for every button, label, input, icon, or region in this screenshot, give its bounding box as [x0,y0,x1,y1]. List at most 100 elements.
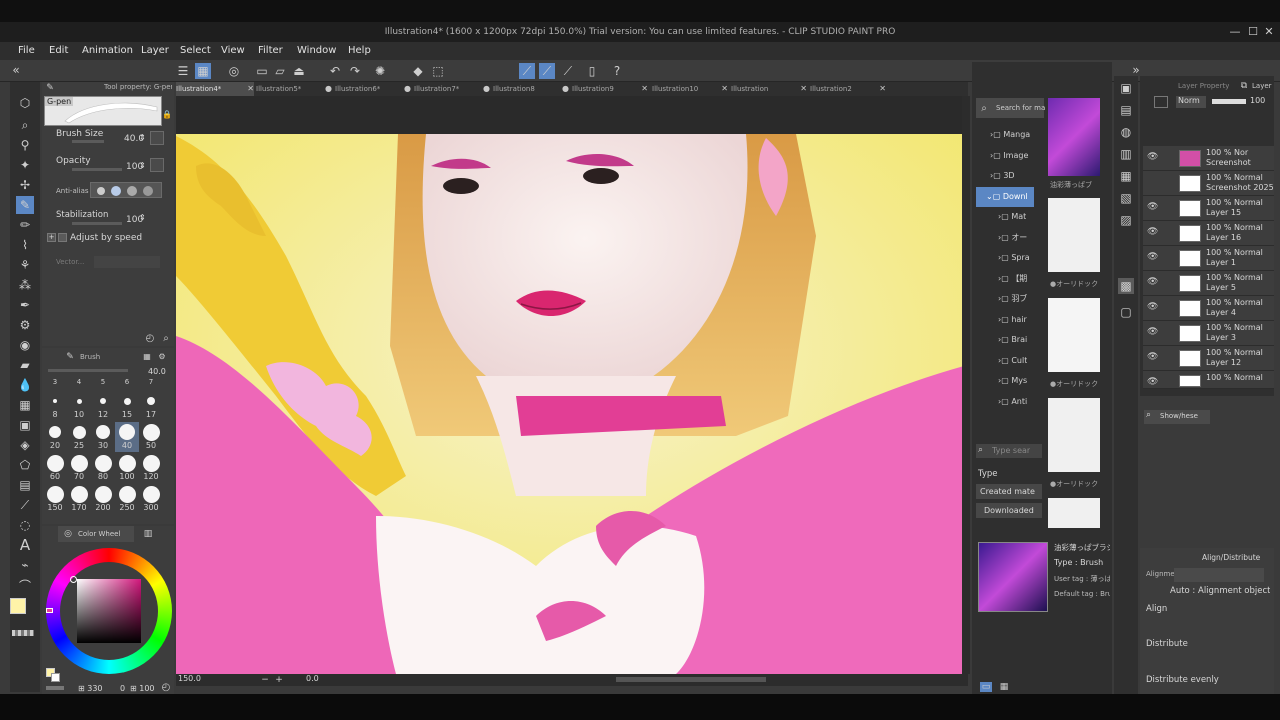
panel-settings-icon[interactable]: ⚙ [157,351,167,361]
zoom-tool-icon[interactable]: ⌕ [16,116,34,134]
info-icon[interactable]: ◍ [1118,124,1134,140]
tab-illustration6[interactable]: Illustration6* ● [335,82,411,96]
eyedropper-tool-icon[interactable]: ⚲ [16,136,34,154]
balloon-tool-icon[interactable]: ⌁ [16,556,34,574]
color-mode-icon[interactable]: ◴ [160,681,172,693]
panel-collapse-left-icon[interactable]: « [10,63,22,77]
brush-size-option-200[interactable]: 200 [91,484,115,514]
menu-help[interactable]: Help [348,42,371,60]
brush-size-option-250[interactable]: 250 [115,484,139,514]
layer-row-screenshot-2025[interactable]: 100 % Normal Screenshot 2025 [1143,171,1274,196]
zoom-out-icon[interactable]: − [260,674,270,686]
brush-size-option-15[interactable]: 15 [115,391,139,421]
transparent-color-swatch[interactable] [12,630,34,636]
tab-close-icon[interactable]: ✕ [800,82,807,96]
tab-illustration4[interactable]: Illustration4* ✕ [176,82,254,96]
brush-size-option-60[interactable]: 60 [43,453,67,483]
brush-size-option-150[interactable]: 150 [43,484,67,514]
menu-icon[interactable]: ☰ [175,63,191,79]
gradient-tool-icon[interactable]: ▣ [16,416,34,434]
ruler-tool-icon[interactable]: ▤ [16,476,34,494]
panel-collapse-right-icon[interactable]: » [1130,63,1142,77]
undo-icon[interactable]: ↶ [327,63,343,79]
material-toggle-icon[interactable]: ▩ [1118,278,1134,294]
brush-size-option-100[interactable]: 100 [115,453,139,483]
tab-dot-icon[interactable]: ● [325,82,332,96]
tree-item-3d[interactable]: ›▢ 3D [990,166,1015,186]
material-search-icon[interactable]: ⌕ [978,102,990,114]
pen-nib-icon[interactable]: ✒ [16,296,34,314]
tab-close-icon[interactable]: ✕ [247,82,254,96]
fill-tool-icon[interactable]: ◈ [16,436,34,454]
brush-size-option-120[interactable]: 120 [139,453,163,483]
tool-property-search-icon[interactable]: ⌕ [160,332,172,344]
visibility-eye-icon[interactable]: 👁 [1147,153,1158,162]
brush-size-option-40[interactable]: 40 [115,422,139,452]
speech-balloon-icon[interactable]: ◌ [16,516,34,534]
layer-search-icon[interactable]: ▧ [1118,190,1134,206]
tab-illustration5[interactable]: Illustration5* ● [256,82,332,96]
brush-size-3[interactable]: 3 [44,378,66,386]
layer-tab-icon[interactable]: ⧉ [1238,80,1250,92]
layer-property-toggle-icon[interactable]: ▢ [1118,304,1134,320]
stabilization-slider[interactable] [72,222,122,225]
antialias-selector[interactable] [90,182,162,198]
airbrush-tool-icon[interactable]: ⚘ [16,256,34,274]
brush-size-slider[interactable] [72,140,104,143]
layer-row-layer-5[interactable]: 👁 100 % Normal Layer 5 [1143,271,1274,296]
canvas-area[interactable] [176,96,964,674]
material-thumb-1[interactable] [1048,98,1100,176]
visibility-eye-icon[interactable]: 👁 [1147,328,1158,337]
blend-drop-icon[interactable]: 💧 [16,376,34,394]
brush-size-option-50[interactable]: 50 [139,422,163,452]
tab-dot-icon[interactable]: ● [483,82,490,96]
correct-line-icon[interactable]: ⟋ [16,496,34,514]
brush-size-option-25[interactable]: 25 [67,422,91,452]
figure-tool-icon[interactable]: ⬠ [16,456,34,474]
tab-close-icon[interactable]: ✕ [879,82,886,96]
tab-dot-icon[interactable]: ● [562,82,569,96]
zoom-in-icon[interactable]: + [274,674,284,686]
line-correct-icon[interactable]: ⌒ [16,576,34,594]
tab-close-icon[interactable]: ✕ [641,82,648,96]
brush-size-option-170[interactable]: 170 [67,484,91,514]
material-thumb-2[interactable] [1048,198,1100,272]
decoration-tool-icon[interactable]: ⁂ [16,276,34,294]
brush-size-option-12[interactable]: 12 [91,391,115,421]
menu-select[interactable]: Select [180,42,211,60]
main-color-swatch[interactable] [10,598,26,614]
redo-icon[interactable]: ↷ [347,63,363,79]
antialias-weak-icon[interactable] [111,186,121,196]
open-icon[interactable]: ▱ [272,63,288,79]
brush-size-7[interactable]: 7 [140,378,162,386]
canvas-vertical-scrollbar[interactable] [962,96,970,674]
antialias-medium-icon[interactable] [127,186,137,196]
tree-item-feather[interactable]: ›▢ 羽ブ [998,289,1027,309]
tab-illustration10[interactable]: Illustration10 ✕ [652,82,728,96]
menu-window[interactable]: Window [297,42,336,60]
object-tool-icon[interactable]: ✢ [16,176,34,194]
material-search-input[interactable]: ⌕ Type sear [976,444,1042,458]
menu-layer[interactable]: Layer [141,42,169,60]
brush-size-5[interactable]: 5 [92,378,114,386]
blend-tool-icon[interactable]: ◉ [16,336,34,354]
visibility-eye-icon[interactable]: 👁 [1147,228,1158,237]
menu-animation[interactable]: Animation [82,42,133,60]
navigator-icon[interactable]: ▣ [1118,80,1134,96]
move-tool-icon[interactable]: ⬡ [16,94,34,112]
tree-item-material[interactable]: ›▢ Mat [998,207,1026,227]
alignment-options[interactable] [1174,568,1264,582]
close-button[interactable]: ✕ [1260,22,1278,42]
brush-size-option-80[interactable]: 80 [91,453,115,483]
layer-row-layer-3[interactable]: 👁 100 % Normal Layer 3 [1143,321,1274,346]
tree-item-spray[interactable]: ›▢ Spra [998,248,1030,268]
illustration-canvas[interactable] [176,96,964,674]
quick-access-icon[interactable]: ▨ [1118,212,1134,228]
magic-wand-icon[interactable]: ✦ [16,156,34,174]
fill-icon[interactable]: ◆ [410,63,426,79]
tree-item-anti[interactable]: ›▢ Anti [998,392,1027,412]
tool-property-menu-icon[interactable]: ◴ [144,332,156,344]
brush-size-stepper-icon[interactable]: ⇕ [139,133,146,142]
auto-action-icon[interactable]: ▦ [1118,168,1134,184]
material-thumb-3[interactable] [1048,298,1100,372]
